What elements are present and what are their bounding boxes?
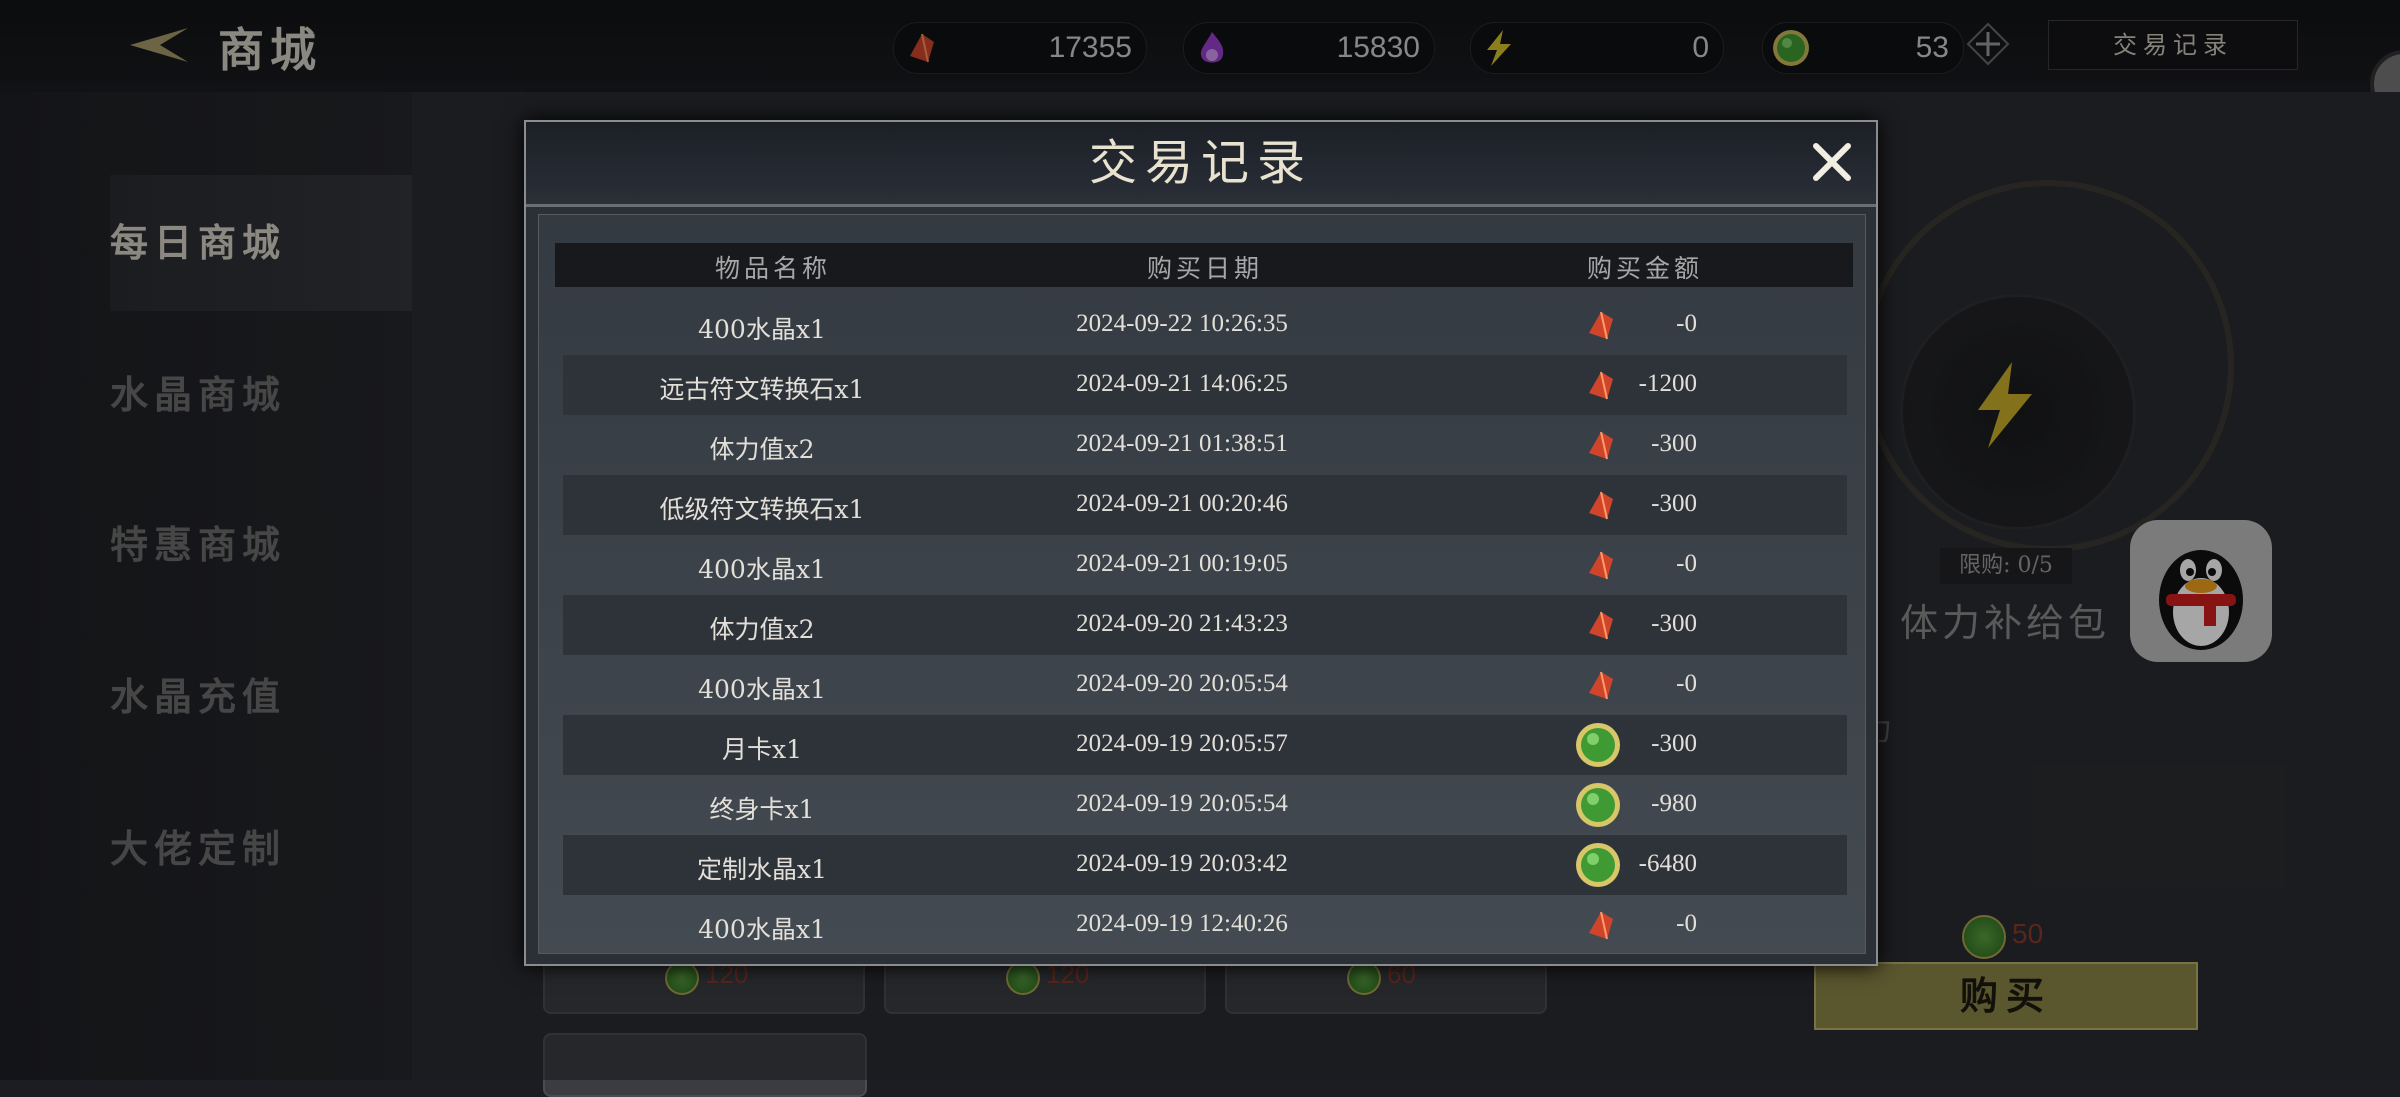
item-name: 400水晶x1 (698, 555, 826, 584)
purchase-date: 2024-09-19 12:40:26 (1076, 910, 1288, 937)
dialog-title: 交易记录 (1088, 135, 1313, 191)
red-crystal-icon (1589, 671, 1613, 700)
item-name: 体力值x2 (709, 435, 815, 464)
table-row: 体力值x2 2024-09-21 01:38:51 -300 (563, 415, 1847, 475)
red-crystal-icon (1589, 311, 1613, 340)
red-crystal-icon (1589, 911, 1613, 940)
purchase-date: 2024-09-20 20:05:54 (1076, 670, 1288, 697)
purchase-amount: -0 (1676, 310, 1697, 337)
table-row: 终身卡x1 2024-09-19 20:05:54 -980 (563, 775, 1847, 835)
column-header-date: 购买日期 (1147, 254, 1264, 283)
table-row: 400水晶x1 2024-09-21 00:19:05 -0 (563, 535, 1847, 595)
table-row: 定制水晶x1 2024-09-19 20:03:42 -6480 (563, 835, 1847, 895)
purchase-date: 2024-09-21 14:06:25 (1076, 370, 1288, 397)
item-name: 定制水晶x1 (696, 855, 827, 884)
purchase-date: 2024-09-19 20:05:54 (1076, 790, 1288, 817)
item-name: 低级符文转换石x1 (659, 495, 865, 524)
green-gem-icon (1576, 783, 1620, 827)
column-header-item: 物品名称 (715, 254, 832, 283)
column-header-amount: 购买金额 (1587, 254, 1704, 283)
purchase-amount: -0 (1676, 670, 1697, 697)
purchase-date: 2024-09-19 20:05:57 (1076, 730, 1288, 757)
green-gem-icon (1576, 723, 1620, 767)
red-crystal-icon (1589, 611, 1613, 640)
close-icon[interactable] (1810, 140, 1854, 184)
purchase-amount: -1200 (1638, 370, 1697, 397)
purchase-amount: -0 (1676, 910, 1697, 937)
table-row: 400水晶x1 2024-09-22 10:26:35 -0 (563, 295, 1847, 355)
table-row: 体力值x2 2024-09-20 21:43:23 -300 (563, 595, 1847, 655)
item-name: 远古符文转换石x1 (659, 375, 865, 404)
item-name: 月卡x1 (721, 735, 802, 764)
red-crystal-icon (1589, 491, 1613, 520)
table-header: 物品名称 购买日期 购买金额 (555, 243, 1853, 287)
purchase-amount: -0 (1676, 550, 1697, 577)
purchase-amount: -300 (1651, 610, 1697, 637)
item-name: 400水晶x1 (698, 315, 826, 344)
table-row: 低级符文转换石x1 2024-09-21 00:20:46 -300 (563, 475, 1847, 535)
green-gem-icon (1576, 843, 1620, 887)
record-table[interactable]: 物品名称 购买日期 购买金额 400水晶x1 2024-09-22 10:26:3… (538, 214, 1866, 954)
table-row: 400水晶x1 2024-09-20 20:05:54 -0 (563, 655, 1847, 715)
purchase-amount: -980 (1651, 790, 1697, 817)
red-crystal-icon (1589, 431, 1613, 460)
table-row: 月卡x1 2024-09-19 20:05:57 -300 (563, 715, 1847, 775)
purchase-date: 2024-09-21 00:19:05 (1076, 550, 1288, 577)
table-row: 远古符文转换石x1 2024-09-21 14:06:25 -1200 (563, 355, 1847, 415)
purchase-date: 2024-09-19 20:03:42 (1076, 850, 1288, 877)
table-row: 400水晶x1 2024-09-19 12:40:26 -0 (563, 895, 1847, 955)
purchase-date: 2024-09-21 00:20:46 (1076, 490, 1288, 517)
item-name: 体力值x2 (709, 615, 815, 644)
purchase-amount: -300 (1651, 430, 1697, 457)
purchase-date: 2024-09-21 01:38:51 (1076, 430, 1288, 457)
trade-record-dialog: 交易记录 物品名称 购买日期 购买金额 400水晶x1 2024-09-22 10… (524, 120, 1878, 966)
red-crystal-icon (1589, 551, 1613, 580)
item-name: 终身卡x1 (709, 795, 815, 824)
purchase-amount: -6480 (1638, 850, 1697, 877)
red-crystal-icon (1589, 371, 1613, 400)
purchase-date: 2024-09-22 10:26:35 (1076, 310, 1288, 337)
purchase-amount: -300 (1651, 490, 1697, 517)
purchase-date: 2024-09-20 21:43:23 (1076, 610, 1288, 637)
purchase-amount: -300 (1651, 730, 1697, 757)
item-name: 400水晶x1 (698, 675, 826, 704)
item-name: 400水晶x1 (698, 915, 826, 944)
